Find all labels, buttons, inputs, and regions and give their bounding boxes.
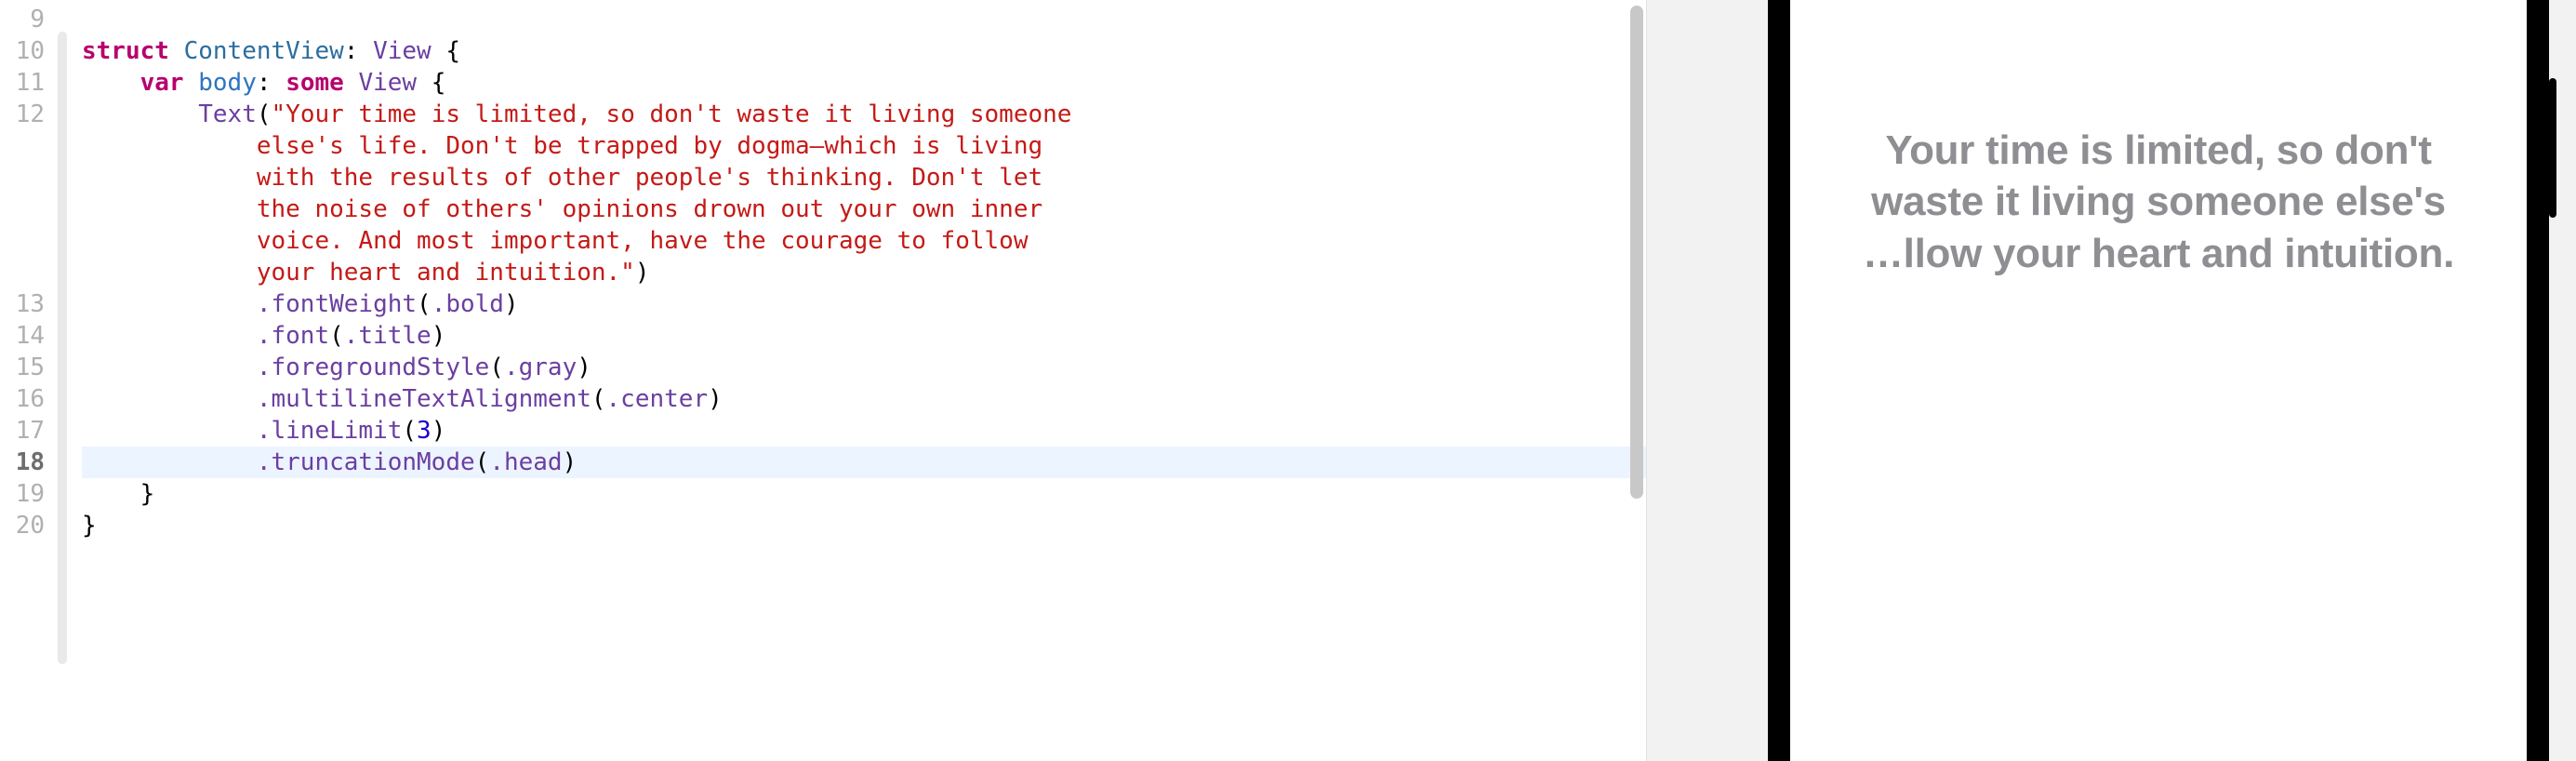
code-line-wrap[interactable]: else's life. Don't be trapped by dogma—w… <box>82 130 1646 162</box>
line-number: 13 <box>0 288 58 320</box>
line-number: 14 <box>0 320 58 352</box>
code-line[interactable]: .multilineTextAlignment(.center) <box>82 383 1646 415</box>
code-text-area[interactable]: struct ContentView: View { var body: som… <box>58 0 1646 761</box>
preview-text-line: …llow your heart and intuition. <box>1814 228 2503 279</box>
code-line-wrap[interactable]: with the results of other people's think… <box>82 162 1646 194</box>
code-line-current[interactable]: .truncationMode(.head) <box>82 447 1646 478</box>
line-number: 20 <box>0 510 58 541</box>
line-number: 10 <box>0 35 58 67</box>
editor-vertical-scrollbar[interactable] <box>1630 6 1643 499</box>
preview-canvas[interactable]: Your time is limited, so don't waste it … <box>1646 0 2576 761</box>
line-number: 17 <box>0 415 58 447</box>
code-line[interactable]: } <box>82 510 1646 541</box>
code-line[interactable]: } <box>82 478 1646 510</box>
code-line[interactable]: struct ContentView: View { <box>82 35 1646 67</box>
code-line-wrap[interactable]: the noise of others' opinions drown out … <box>82 194 1646 225</box>
preview-text-line: waste it living someone else's <box>1814 176 2503 227</box>
code-line[interactable]: .fontWeight(.bold) <box>82 288 1646 320</box>
code-line-wrap[interactable]: your heart and intuition.") <box>82 257 1646 288</box>
line-number: 12 <box>0 99 58 288</box>
line-number-gutter: 9 10 11 12 13 14 15 16 17 18 19 20 <box>0 0 58 761</box>
code-line[interactable]: Text("Your time is limited, so don't was… <box>82 99 1646 130</box>
preview-text-output: Your time is limited, so don't waste it … <box>1814 125 2503 279</box>
line-number: 9 <box>0 4 58 35</box>
code-editor-pane[interactable]: 9 10 11 12 13 14 15 16 17 18 19 20 struc… <box>0 0 1646 761</box>
line-number-current: 18 <box>0 447 58 478</box>
simulator-device-frame: Your time is limited, so don't waste it … <box>1768 0 2549 761</box>
line-number: 15 <box>0 352 58 383</box>
line-number: 16 <box>0 383 58 415</box>
code-line[interactable] <box>82 4 1646 35</box>
line-number: 19 <box>0 478 58 510</box>
code-line[interactable]: .lineLimit(3) <box>82 415 1646 447</box>
code-line[interactable]: var body: some View { <box>82 67 1646 99</box>
code-line-wrap[interactable]: voice. And most important, have the cour… <box>82 225 1646 257</box>
code-line[interactable]: .foregroundStyle(.gray) <box>82 352 1646 383</box>
preview-text-line: Your time is limited, so don't <box>1814 125 2503 176</box>
code-line[interactable]: .font(.title) <box>82 320 1646 352</box>
line-number: 11 <box>0 67 58 99</box>
